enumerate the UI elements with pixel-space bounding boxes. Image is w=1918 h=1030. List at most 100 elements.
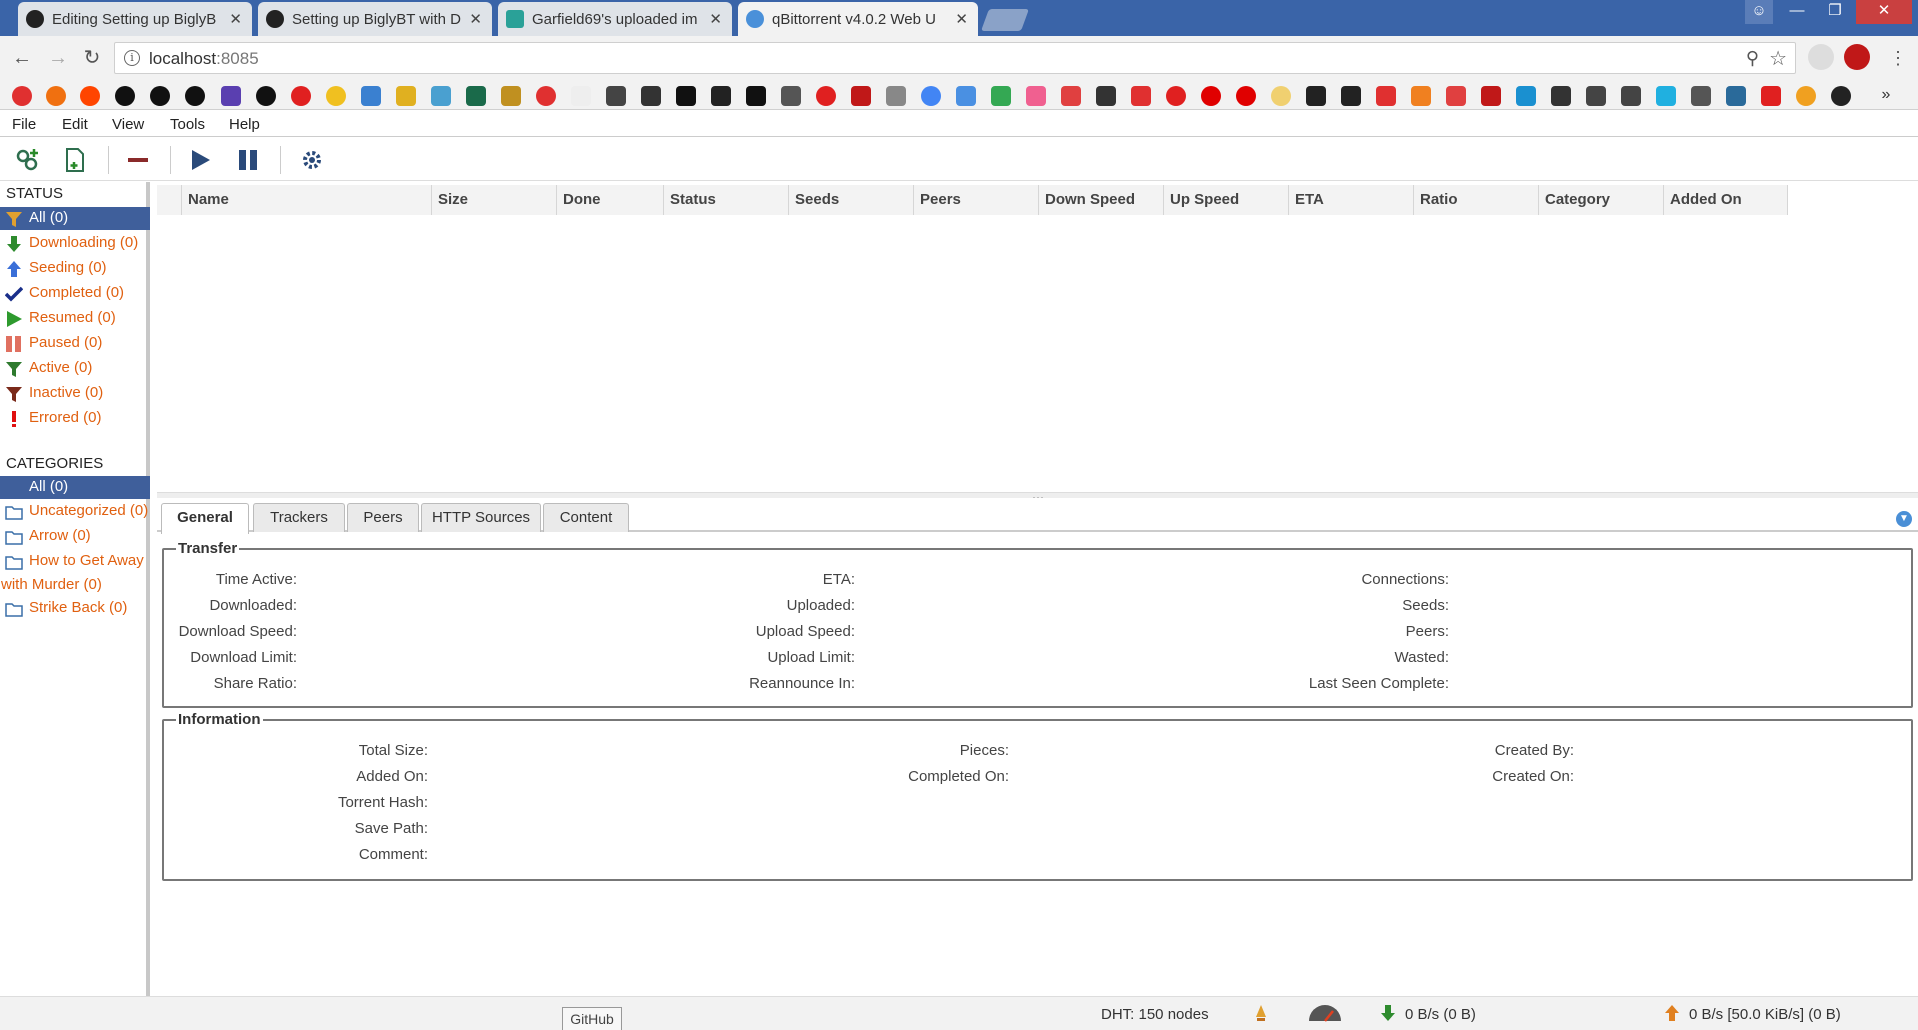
extension-icon[interactable] <box>1808 44 1834 70</box>
bookmark-icon[interactable] <box>256 86 276 106</box>
bookmark-icon[interactable] <box>1306 86 1326 106</box>
column-header-peers[interactable]: Peers <box>914 185 1039 215</box>
menu-edit[interactable]: Edit <box>62 116 88 133</box>
menu-help[interactable]: Help <box>229 116 260 133</box>
bookmark-icon[interactable] <box>221 86 241 106</box>
status-filter-seeding[interactable]: Seeding (0) <box>0 257 150 280</box>
bookmark-icon[interactable] <box>1831 86 1851 106</box>
status-filter-errored[interactable]: Errored (0) <box>0 407 150 430</box>
category-filter-how-to-get-away[interactable]: How to Get Away <box>0 550 150 573</box>
column-header-category[interactable]: Category <box>1539 185 1664 215</box>
category-filter-all[interactable]: All (0) <box>0 476 150 499</box>
bookmark-icon[interactable] <box>1411 86 1431 106</box>
bookmark-icon[interactable] <box>1201 86 1221 106</box>
bookmark-icon[interactable] <box>150 86 170 106</box>
column-header-done[interactable]: Done <box>557 185 664 215</box>
column-header-ratio[interactable]: Ratio <box>1414 185 1539 215</box>
profile-icon[interactable]: ☺ <box>1745 0 1773 24</box>
bookmark-icon[interactable] <box>1096 86 1116 106</box>
menu-tools[interactable]: Tools <box>170 116 205 133</box>
restore-icon[interactable]: ❐ <box>1818 0 1852 24</box>
bookmark-icon[interactable] <box>1726 86 1746 106</box>
close-icon[interactable]: ✕ <box>955 10 968 28</box>
bookmark-icon[interactable] <box>536 86 556 106</box>
bookmark-icon[interactable] <box>1621 86 1641 106</box>
bookmark-icon[interactable] <box>641 86 661 106</box>
more-bookmarks-icon[interactable]: » <box>1876 86 1896 106</box>
bookmark-icon[interactable] <box>1481 86 1501 106</box>
bookmark-icon[interactable] <box>501 86 521 106</box>
bookmark-icon[interactable] <box>115 86 135 106</box>
column-header-select[interactable] <box>157 185 182 215</box>
status-filter-completed[interactable]: Completed (0) <box>0 282 150 305</box>
menu-icon[interactable]: ⋮ <box>1884 44 1912 72</box>
bookmark-icon[interactable] <box>1691 86 1711 106</box>
bookmark-icon[interactable] <box>1341 86 1361 106</box>
tab-content[interactable]: Content <box>543 503 629 532</box>
column-header-size[interactable]: Size <box>432 185 557 215</box>
column-header-eta[interactable]: ETA <box>1289 185 1414 215</box>
forward-icon[interactable]: → <box>44 44 72 72</box>
tab-general[interactable]: General <box>161 503 249 534</box>
bookmark-icon[interactable] <box>1586 86 1606 106</box>
resume-icon[interactable] <box>186 147 214 173</box>
collapse-panel-icon[interactable]: ▼ <box>1896 511 1912 527</box>
remove-icon[interactable] <box>124 147 152 173</box>
bookmark-icon[interactable] <box>571 86 591 106</box>
tab-trackers[interactable]: Trackers <box>253 503 345 532</box>
bookmark-icon[interactable] <box>291 86 311 106</box>
bookmark-icon[interactable] <box>711 86 731 106</box>
bookmark-icon[interactable] <box>851 86 871 106</box>
bookmark-icon[interactable] <box>1061 86 1081 106</box>
reload-icon[interactable]: ↻ <box>78 44 106 72</box>
column-header-down-speed[interactable]: Down Speed <box>1039 185 1164 215</box>
bookmark-icon[interactable] <box>326 86 346 106</box>
window-close-icon[interactable]: ✕ <box>1856 0 1912 24</box>
column-header-seeds[interactable]: Seeds <box>789 185 914 215</box>
bookmark-icon[interactable] <box>1446 86 1466 106</box>
add-file-icon[interactable] <box>61 147 89 173</box>
category-filter-how-to-get-away-cont[interactable]: with Murder (0) <box>0 574 150 597</box>
bookmark-icon[interactable] <box>1131 86 1151 106</box>
zoom-icon[interactable]: ⚲ <box>1746 48 1759 69</box>
bookmark-icon[interactable] <box>46 86 66 106</box>
category-filter-strike-back[interactable]: Strike Back (0) <box>0 597 150 620</box>
menu-file[interactable]: File <box>12 116 36 133</box>
bookmark-icon[interactable] <box>1516 86 1536 106</box>
extension-icon[interactable] <box>1844 44 1870 70</box>
bookmark-icon[interactable] <box>396 86 416 106</box>
column-header-name[interactable]: Name <box>182 185 432 215</box>
status-filter-paused[interactable]: Paused (0) <box>0 332 150 355</box>
browser-tab[interactable]: Setting up BiglyBT with D ✕ <box>258 2 492 36</box>
add-link-icon[interactable] <box>14 147 42 173</box>
tab-http-sources[interactable]: HTTP Sources <box>421 503 541 532</box>
bookmark-icon[interactable] <box>676 86 696 106</box>
category-filter-uncategorized[interactable]: Uncategorized (0) <box>0 500 150 523</box>
category-filter-arrow[interactable]: Arrow (0) <box>0 525 150 548</box>
browser-tab[interactable]: Garfield69's uploaded im ✕ <box>498 2 732 36</box>
bookmark-icon[interactable] <box>1656 86 1676 106</box>
bookmark-icon[interactable] <box>1166 86 1186 106</box>
bookmark-icon[interactable] <box>1551 86 1571 106</box>
column-header-added-on[interactable]: Added On <box>1664 185 1788 215</box>
bookmark-icon[interactable] <box>80 86 100 106</box>
bookmark-icon[interactable] <box>921 86 941 106</box>
menu-view[interactable]: View <box>112 116 144 133</box>
bookmark-icon[interactable] <box>1796 86 1816 106</box>
bookmark-icon[interactable] <box>1376 86 1396 106</box>
address-bar[interactable]: i localhost:8085 ⚲ ☆ <box>114 42 1796 74</box>
bookmark-icon[interactable] <box>185 86 205 106</box>
bookmark-icon[interactable] <box>431 86 451 106</box>
close-icon[interactable]: ✕ <box>469 10 482 28</box>
status-filter-active[interactable]: Active (0) <box>0 357 150 380</box>
bookmark-icon[interactable] <box>816 86 836 106</box>
bookmark-icon[interactable] <box>1026 86 1046 106</box>
bookmark-icon[interactable] <box>606 86 626 106</box>
status-filter-all[interactable]: All (0) <box>0 207 150 230</box>
bookmark-icon[interactable] <box>361 86 381 106</box>
browser-tab-active[interactable]: qBittorrent v4.0.2 Web U ✕ <box>738 2 978 36</box>
url-text[interactable]: localhost:8085 <box>149 49 259 69</box>
column-header-status[interactable]: Status <box>664 185 789 215</box>
tab-peers[interactable]: Peers <box>347 503 419 532</box>
bookmark-icon[interactable] <box>746 86 766 106</box>
